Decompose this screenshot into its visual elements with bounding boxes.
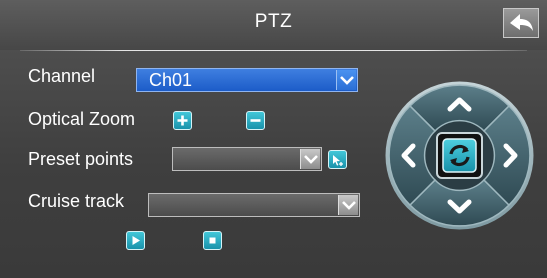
cruise-track-label: Cruise track — [28, 191, 125, 211]
window-title: PTZ — [254, 11, 293, 32]
cruise-stop-button[interactable] — [203, 231, 222, 250]
back-arrow-icon — [510, 14, 533, 31]
preset-pointer-icon — [333, 155, 343, 166]
optical-zoom-label: Optical Zoom — [28, 109, 136, 129]
preset-go-button[interactable] — [328, 150, 347, 169]
zoom-in-button[interactable] — [173, 111, 192, 130]
zoom-out-button[interactable] — [246, 111, 265, 130]
ptz-reset-button[interactable] — [436, 132, 483, 179]
channel-value: Ch01 — [149, 70, 193, 90]
ptz-direction-pad — [383, 79, 536, 232]
play-icon — [132, 236, 140, 245]
channel-label: Channel — [28, 66, 96, 86]
title-bar: PTZ — [0, 0, 547, 50]
cruise-track-select[interactable] — [148, 193, 360, 217]
minus-icon — [250, 119, 261, 122]
preset-points-label: Preset points — [28, 149, 134, 169]
ptz-window: PTZ Channel Ch01 Optical Zoom Preset poi… — [0, 0, 547, 278]
title-divider — [20, 50, 527, 51]
preset-points-select[interactable] — [172, 147, 322, 171]
cruise-start-button[interactable] — [126, 231, 145, 250]
stop-icon — [209, 237, 216, 244]
chevron-down-icon — [338, 195, 358, 215]
channel-select[interactable]: Ch01 — [136, 68, 358, 92]
back-button[interactable] — [503, 8, 539, 38]
chevron-down-icon — [336, 70, 356, 90]
plus-icon — [177, 115, 188, 126]
chevron-down-icon — [300, 149, 320, 169]
